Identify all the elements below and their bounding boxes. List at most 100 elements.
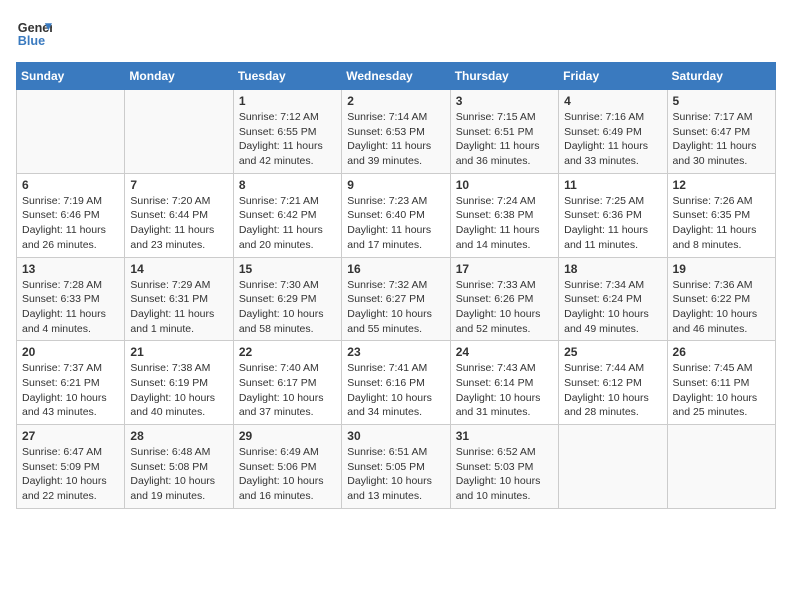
day-number: 24 — [456, 345, 553, 359]
day-info: Sunrise: 7:37 AM Sunset: 6:21 PM Dayligh… — [22, 361, 119, 420]
day-number: 11 — [564, 178, 661, 192]
day-number: 29 — [239, 429, 336, 443]
day-number: 12 — [673, 178, 770, 192]
day-info: Sunrise: 6:49 AM Sunset: 5:06 PM Dayligh… — [239, 445, 336, 504]
day-number: 30 — [347, 429, 444, 443]
calendar-cell: 26Sunrise: 7:45 AM Sunset: 6:11 PM Dayli… — [667, 341, 775, 425]
day-info: Sunrise: 7:38 AM Sunset: 6:19 PM Dayligh… — [130, 361, 227, 420]
day-number: 14 — [130, 262, 227, 276]
day-number: 9 — [347, 178, 444, 192]
calendar-cell: 20 Sunrise: 7:37 AM Sunset: 6:21 PM Dayli… — [17, 341, 125, 425]
calendar-cell: 10 Sunrise: 7:24 AM Sunset: 6:38 PM Dayli… — [450, 173, 558, 257]
day-number: 20 — [22, 345, 119, 359]
calendar-cell: 11 Sunrise: 7:25 AM Sunset: 6:36 PM Dayli… — [559, 173, 667, 257]
calendar-week-row: 1 Sunrise: 7:12 AM Sunset: 6:55 PM Daylig… — [17, 90, 776, 174]
day-number: 10 — [456, 178, 553, 192]
day-info: Sunrise: 7:40 AM Sunset: 6:17 PM Dayligh… — [239, 361, 336, 420]
svg-text:Blue: Blue — [18, 34, 45, 48]
day-number: 16 — [347, 262, 444, 276]
calendar-cell — [17, 90, 125, 174]
day-number: 23 — [347, 345, 444, 359]
day-info: Sunrise: 6:52 AM Sunset: 5:03 PM Dayligh… — [456, 445, 553, 504]
calendar-cell: 4 Sunrise: 7:16 AM Sunset: 6:49 PM Daylig… — [559, 90, 667, 174]
calendar-week-row: 6 Sunrise: 7:19 AM Sunset: 6:46 PM Daylig… — [17, 173, 776, 257]
day-info: Sunrise: 7:14 AM Sunset: 6:53 PM Dayligh… — [347, 110, 444, 169]
day-number: 6 — [22, 178, 119, 192]
calendar-cell: 17 Sunrise: 7:33 AM Sunset: 6:26 PM Dayli… — [450, 257, 558, 341]
calendar-cell: 21 Sunrise: 7:38 AM Sunset: 6:19 PM Dayli… — [125, 341, 233, 425]
calendar-cell: 3 Sunrise: 7:15 AM Sunset: 6:51 PM Daylig… — [450, 90, 558, 174]
day-info: Sunrise: 7:21 AM Sunset: 6:42 PM Dayligh… — [239, 194, 336, 253]
day-info: Sunrise: 7:17 AM Sunset: 6:47 PM Dayligh… — [673, 110, 770, 169]
calendar-cell: 8 Sunrise: 7:21 AM Sunset: 6:42 PM Daylig… — [233, 173, 341, 257]
calendar-cell: 14 Sunrise: 7:29 AM Sunset: 6:31 PM Dayli… — [125, 257, 233, 341]
day-info: Sunrise: 7:24 AM Sunset: 6:38 PM Dayligh… — [456, 194, 553, 253]
calendar-cell: 19Sunrise: 7:36 AM Sunset: 6:22 PM Dayli… — [667, 257, 775, 341]
day-number: 19 — [673, 262, 770, 276]
col-header-sunday: Sunday — [17, 63, 125, 90]
calendar-cell: 6 Sunrise: 7:19 AM Sunset: 6:46 PM Daylig… — [17, 173, 125, 257]
col-header-thursday: Thursday — [450, 63, 558, 90]
calendar-table: SundayMondayTuesdayWednesdayThursdayFrid… — [16, 62, 776, 509]
calendar-cell: 13Sunrise: 7:28 AM Sunset: 6:33 PM Dayli… — [17, 257, 125, 341]
day-info: Sunrise: 7:32 AM Sunset: 6:27 PM Dayligh… — [347, 278, 444, 337]
day-number: 26 — [673, 345, 770, 359]
col-header-monday: Monday — [125, 63, 233, 90]
logo-icon: General Blue — [16, 16, 52, 52]
calendar-cell: 27 Sunrise: 6:47 AM Sunset: 5:09 PM Dayli… — [17, 425, 125, 509]
day-info: Sunrise: 6:51 AM Sunset: 5:05 PM Dayligh… — [347, 445, 444, 504]
day-number: 3 — [456, 94, 553, 108]
day-number: 22 — [239, 345, 336, 359]
calendar-cell: 28Sunrise: 6:48 AM Sunset: 5:08 PM Dayli… — [125, 425, 233, 509]
day-info: Sunrise: 7:20 AM Sunset: 6:44 PM Dayligh… — [130, 194, 227, 253]
day-info: Sunrise: 7:33 AM Sunset: 6:26 PM Dayligh… — [456, 278, 553, 337]
calendar-header-row: SundayMondayTuesdayWednesdayThursdayFrid… — [17, 63, 776, 90]
calendar-cell — [559, 425, 667, 509]
calendar-cell: 18Sunrise: 7:34 AM Sunset: 6:24 PM Dayli… — [559, 257, 667, 341]
calendar-cell: 15Sunrise: 7:30 AM Sunset: 6:29 PM Dayli… — [233, 257, 341, 341]
day-number: 17 — [456, 262, 553, 276]
logo: General Blue — [16, 16, 52, 52]
day-number: 4 — [564, 94, 661, 108]
day-info: Sunrise: 7:19 AM Sunset: 6:46 PM Dayligh… — [22, 194, 119, 253]
day-number: 31 — [456, 429, 553, 443]
day-number: 27 — [22, 429, 119, 443]
calendar-week-row: 27 Sunrise: 6:47 AM Sunset: 5:09 PM Dayli… — [17, 425, 776, 509]
day-info: Sunrise: 6:48 AM Sunset: 5:08 PM Dayligh… — [130, 445, 227, 504]
calendar-cell: 7 Sunrise: 7:20 AM Sunset: 6:44 PM Daylig… — [125, 173, 233, 257]
calendar-week-row: 20 Sunrise: 7:37 AM Sunset: 6:21 PM Dayli… — [17, 341, 776, 425]
calendar-cell — [667, 425, 775, 509]
day-number: 21 — [130, 345, 227, 359]
day-info: Sunrise: 7:12 AM Sunset: 6:55 PM Dayligh… — [239, 110, 336, 169]
day-info: Sunrise: 7:43 AM Sunset: 6:14 PM Dayligh… — [456, 361, 553, 420]
calendar-cell — [125, 90, 233, 174]
day-number: 2 — [347, 94, 444, 108]
day-info: Sunrise: 7:44 AM Sunset: 6:12 PM Dayligh… — [564, 361, 661, 420]
calendar-cell: 5Sunrise: 7:17 AM Sunset: 6:47 PM Daylig… — [667, 90, 775, 174]
day-info: Sunrise: 7:15 AM Sunset: 6:51 PM Dayligh… — [456, 110, 553, 169]
day-number: 7 — [130, 178, 227, 192]
day-number: 1 — [239, 94, 336, 108]
day-info: Sunrise: 7:23 AM Sunset: 6:40 PM Dayligh… — [347, 194, 444, 253]
day-info: Sunrise: 7:41 AM Sunset: 6:16 PM Dayligh… — [347, 361, 444, 420]
day-number: 8 — [239, 178, 336, 192]
calendar-cell: 31 Sunrise: 6:52 AM Sunset: 5:03 PM Dayli… — [450, 425, 558, 509]
calendar-week-row: 13Sunrise: 7:28 AM Sunset: 6:33 PM Dayli… — [17, 257, 776, 341]
day-info: Sunrise: 7:28 AM Sunset: 6:33 PM Dayligh… — [22, 278, 119, 337]
day-info: Sunrise: 7:25 AM Sunset: 6:36 PM Dayligh… — [564, 194, 661, 253]
day-info: Sunrise: 7:16 AM Sunset: 6:49 PM Dayligh… — [564, 110, 661, 169]
day-info: Sunrise: 6:47 AM Sunset: 5:09 PM Dayligh… — [22, 445, 119, 504]
day-number: 18 — [564, 262, 661, 276]
day-info: Sunrise: 7:29 AM Sunset: 6:31 PM Dayligh… — [130, 278, 227, 337]
calendar-cell: 30 Sunrise: 6:51 AM Sunset: 5:05 PM Dayli… — [342, 425, 450, 509]
calendar-cell: 23 Sunrise: 7:41 AM Sunset: 6:16 PM Dayli… — [342, 341, 450, 425]
calendar-cell: 22 Sunrise: 7:40 AM Sunset: 6:17 PM Dayli… — [233, 341, 341, 425]
calendar-cell: 12 Sunrise: 7:26 AM Sunset: 6:35 PM Dayli… — [667, 173, 775, 257]
calendar-cell: 24 Sunrise: 7:43 AM Sunset: 6:14 PM Dayli… — [450, 341, 558, 425]
day-info: Sunrise: 7:26 AM Sunset: 6:35 PM Dayligh… — [673, 194, 770, 253]
day-number: 25 — [564, 345, 661, 359]
calendar-cell: 16 Sunrise: 7:32 AM Sunset: 6:27 PM Dayli… — [342, 257, 450, 341]
col-header-saturday: Saturday — [667, 63, 775, 90]
day-number: 15 — [239, 262, 336, 276]
col-header-wednesday: Wednesday — [342, 63, 450, 90]
